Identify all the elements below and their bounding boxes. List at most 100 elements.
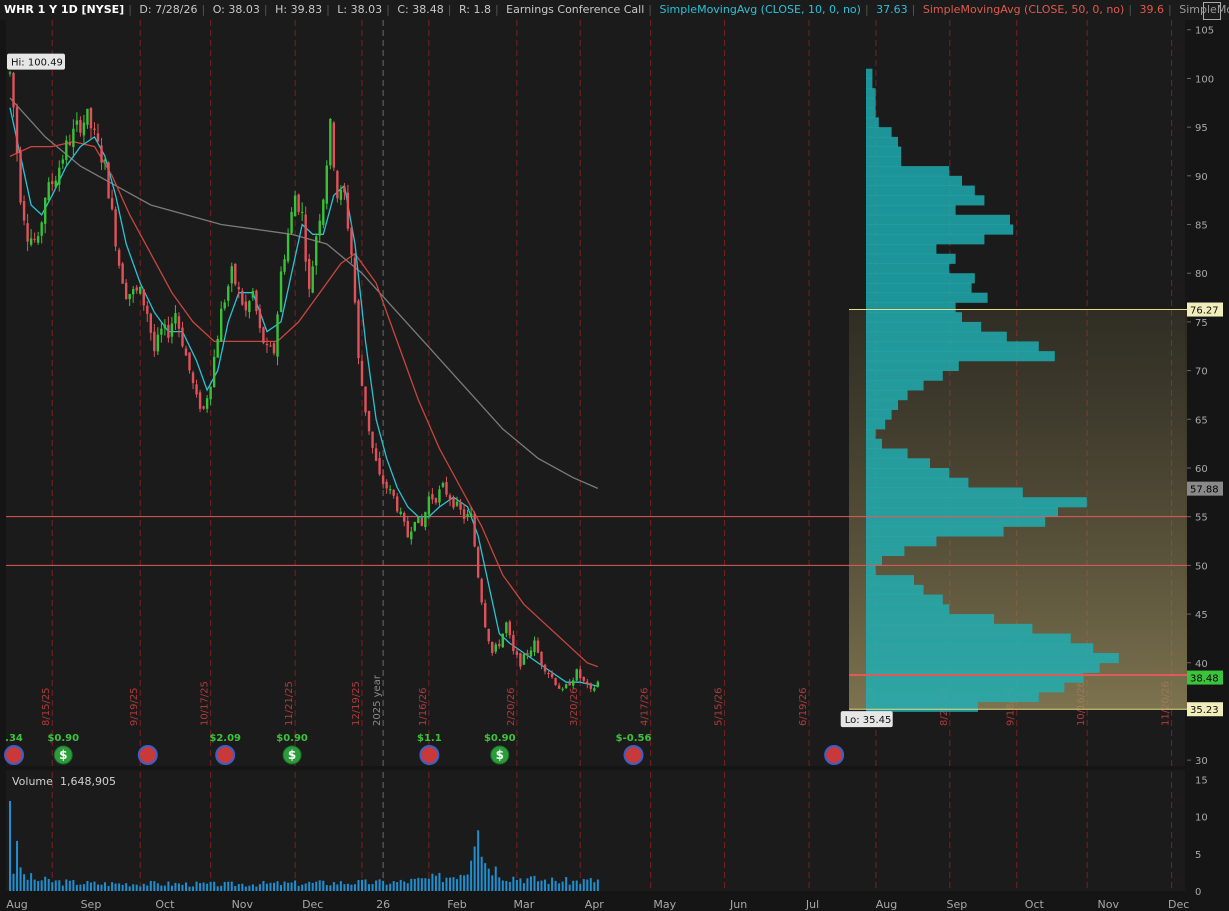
volume-bar <box>26 879 29 891</box>
volume-bar <box>589 878 592 891</box>
volume-bar <box>237 884 240 891</box>
candle-body <box>575 669 578 681</box>
volume-bar <box>283 881 286 891</box>
candle-body <box>388 489 392 491</box>
volume-bar <box>188 886 191 891</box>
volume-bar <box>23 874 26 891</box>
y-tick-label: 65 <box>1195 415 1208 426</box>
candle-body <box>589 683 592 689</box>
volume-bar <box>375 880 378 891</box>
candle-body <box>381 475 385 484</box>
price-tag-label: 76.27 <box>1190 306 1219 317</box>
symbol-label[interactable]: WHR 1 Y 1D [NYSE] <box>0 3 128 16</box>
volume-bar <box>195 881 198 891</box>
candle-body <box>22 201 26 221</box>
volume-bar <box>459 874 462 891</box>
candle-body <box>427 496 431 515</box>
profile-bin <box>866 136 898 148</box>
candle-body <box>308 259 311 289</box>
volume-bar <box>318 880 321 891</box>
candle-body <box>33 239 36 241</box>
date-marker-label: 4/17/26 <box>640 687 651 726</box>
candle-body <box>191 372 195 384</box>
candle-body <box>188 352 191 371</box>
volume-panel <box>6 770 1185 891</box>
candle-body <box>339 189 343 200</box>
x-tick-label: Oct <box>155 898 175 911</box>
volume-bar <box>441 882 444 891</box>
candle-body <box>547 672 550 674</box>
volume-bar <box>537 881 539 891</box>
volume-bar <box>346 883 349 891</box>
profile-bin <box>866 234 985 245</box>
candle-body <box>121 263 124 284</box>
candle-body <box>160 328 163 335</box>
candle-body <box>96 133 100 142</box>
y-tick-label: 90 <box>1195 172 1208 183</box>
profile-bin <box>866 487 1023 498</box>
volume-bar <box>329 885 332 891</box>
volume-tick-label: 5 <box>1195 850 1201 861</box>
candle-body <box>142 289 145 306</box>
candle-body <box>248 301 251 313</box>
profile-bin <box>866 584 924 595</box>
candle-body <box>227 286 230 301</box>
candle-body <box>103 159 107 162</box>
settings-icon[interactable] <box>1203 2 1221 20</box>
volume-bar <box>540 880 543 891</box>
candle-body <box>406 521 409 538</box>
volume-bar <box>199 883 202 891</box>
earnings-icon <box>4 745 24 765</box>
y-tick-label: 80 <box>1195 269 1208 280</box>
chart-header: WHR 1 Y 1D [NYSE] | D: 7/28/26 | O: 38.03 |… <box>0 0 1229 20</box>
volume-bar <box>156 883 159 891</box>
volume-bar <box>336 884 339 891</box>
candle-body <box>297 194 300 212</box>
volume-bar <box>325 885 328 891</box>
volume-bar <box>135 884 138 891</box>
candle-body <box>212 356 216 387</box>
candle-body <box>466 514 469 518</box>
volume-bar <box>473 846 476 891</box>
volume-bar <box>125 883 128 891</box>
candle-body <box>353 257 357 303</box>
volume-bar <box>47 879 50 891</box>
candle-body <box>230 266 233 284</box>
volume-bar <box>160 885 163 891</box>
price-chart[interactable]: 8/15/25 9/19/25 10/17/25 11/21/25 12/19/25 20… <box>0 20 1229 911</box>
sma10-label[interactable]: SimpleMovingAvg (CLOSE, 10, 0, no) <box>656 3 865 16</box>
candle-body <box>279 271 283 312</box>
candle-body <box>536 640 540 653</box>
volume-bar <box>104 882 107 891</box>
sma50-label[interactable]: SimpleMovingAvg (CLOSE, 50, 0, no) <box>919 3 1128 16</box>
volume-bar <box>406 883 409 891</box>
candle-body <box>93 128 96 131</box>
candle-body <box>441 483 445 487</box>
volume-bar <box>220 885 223 891</box>
x-tick-label: Nov <box>1098 898 1120 911</box>
candle-body <box>58 167 61 185</box>
candle-body <box>156 334 160 352</box>
candle-body <box>29 238 33 245</box>
x-tick-label: Aug <box>6 898 27 911</box>
volume-bar <box>258 884 261 891</box>
candle-body <box>75 120 79 125</box>
candle-body <box>357 300 360 359</box>
candle-body <box>332 122 336 168</box>
hi-label: Hi: 100.49 <box>11 58 63 69</box>
candle-body <box>205 398 209 409</box>
candle-body <box>392 489 395 496</box>
volume-bar <box>357 880 360 891</box>
candle-body <box>322 199 325 225</box>
volume-bar <box>547 883 550 891</box>
earnings-icon <box>824 745 845 765</box>
volume-bar <box>368 884 371 891</box>
candle-body <box>290 212 293 234</box>
profile-bin <box>866 633 1071 644</box>
volume-title: Volume <box>12 775 53 788</box>
profile-bin <box>866 205 956 216</box>
price-tag-label: 38.48 <box>1190 674 1219 685</box>
event-label: $0.90 <box>276 733 308 744</box>
volume-bar <box>508 881 511 891</box>
candle-body <box>68 142 72 145</box>
